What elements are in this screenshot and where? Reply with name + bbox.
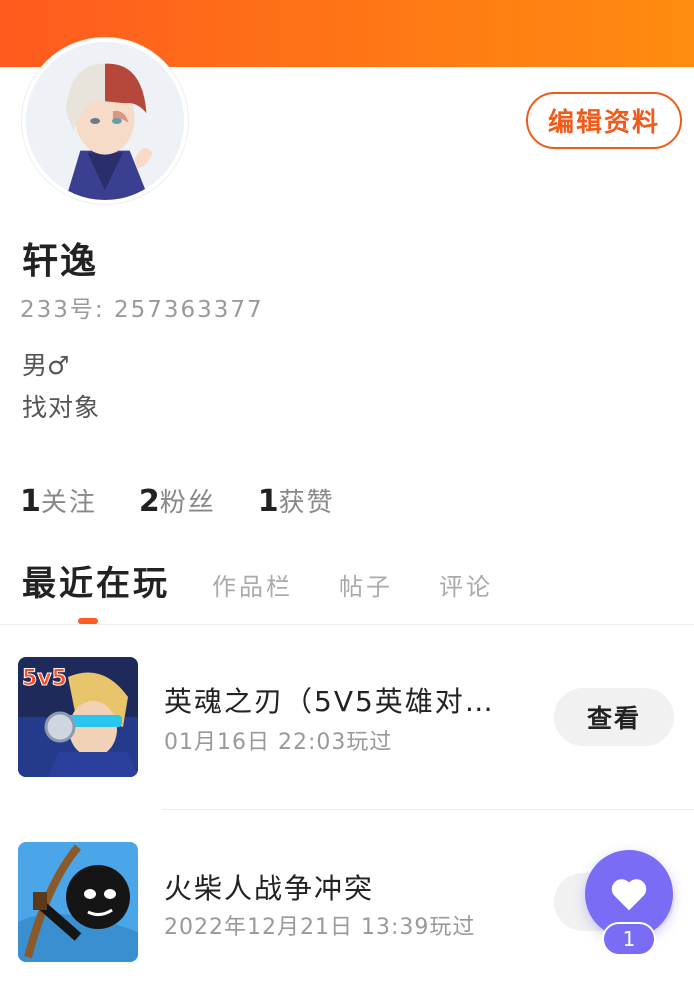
likes-label: 获赞 — [278, 488, 335, 518]
tab-recently-played[interactable]: 最近在玩 — [22, 556, 170, 605]
tab-comments[interactable]: 评论 — [439, 567, 493, 602]
tab-bar: 最近在玩 作品栏 帖子 评论 — [22, 556, 539, 605]
avatar[interactable] — [22, 38, 188, 204]
tab-works[interactable]: 作品栏 — [212, 567, 293, 602]
bio: 找对象 — [22, 393, 101, 422]
heart-icon — [611, 879, 647, 911]
likes-count: 1 — [257, 484, 279, 519]
played-time: 01月16日 22:03玩过 — [164, 730, 393, 755]
edit-profile-button[interactable]: 编辑资料 — [526, 92, 682, 149]
followers-label: 粉丝 — [159, 488, 216, 518]
stat-followers[interactable]: 2 粉丝 — [139, 482, 216, 519]
svg-text:5v5: 5v5 — [22, 666, 67, 691]
stickman-game-icon — [18, 842, 138, 962]
nickname: 轩逸 — [22, 241, 99, 282]
avatar-image — [26, 42, 184, 200]
hero-game-icon: 5v5 — [18, 657, 138, 777]
view-button[interactable]: 查看 — [554, 688, 674, 746]
tab-divider — [0, 624, 694, 625]
game-title: 英魂之刃（5V5英雄对… — [164, 685, 495, 718]
list-item[interactable]: 5v5 英魂之刃（5V5英雄对… 01月16日 22:03玩过 查看 — [0, 650, 694, 780]
game-title: 火柴人战争冲突 — [164, 872, 375, 905]
following-count: 1 — [20, 484, 41, 519]
played-time: 2022年12月21日 13:39玩过 — [164, 915, 476, 940]
stat-likes[interactable]: 1 获赞 — [258, 482, 335, 519]
stat-following[interactable]: 1 关注 — [20, 482, 97, 519]
like-count: 1 — [602, 922, 656, 956]
row-divider — [162, 809, 694, 810]
gender: 男♂ — [22, 351, 70, 380]
followers-count: 2 — [138, 484, 160, 519]
user-id: 233号: 257363377 — [20, 297, 264, 323]
stats-bar: 1 关注 2 粉丝 1 获赞 — [20, 482, 335, 519]
following-label: 关注 — [40, 488, 97, 518]
tab-posts[interactable]: 帖子 — [339, 567, 393, 602]
